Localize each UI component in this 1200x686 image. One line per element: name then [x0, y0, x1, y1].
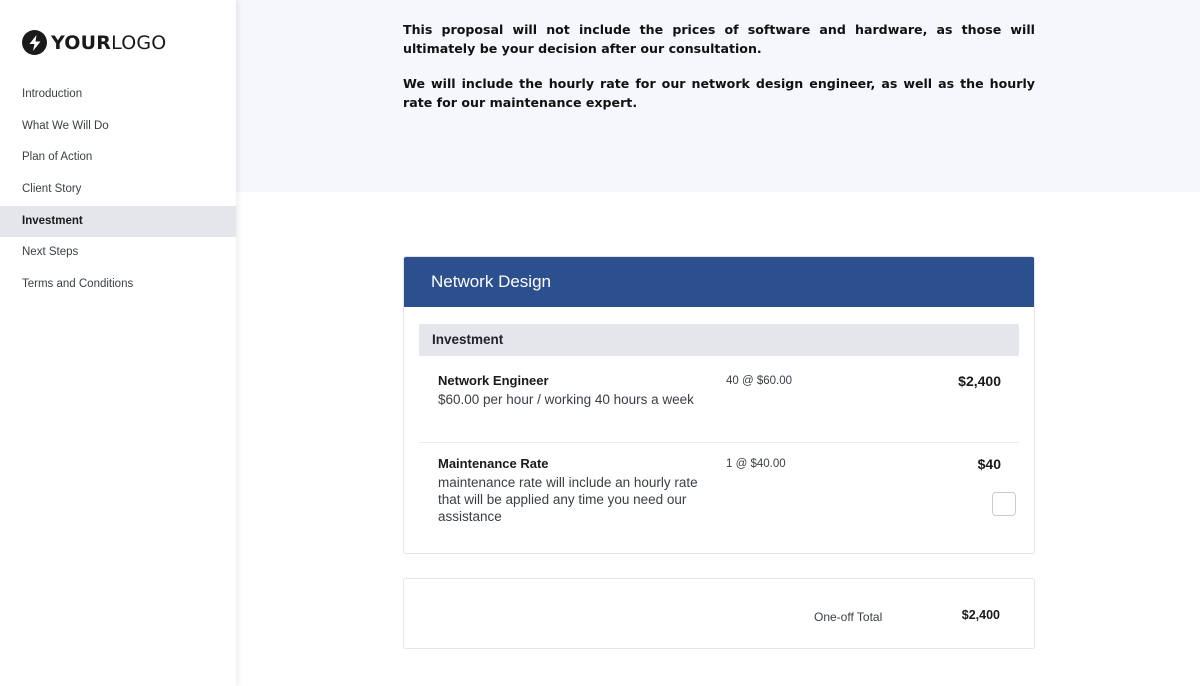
line-item-title: Maintenance Rate	[438, 456, 549, 471]
total-value: $2,400	[961, 608, 1000, 622]
intro-paragraph: We will include the hourly rate for our …	[403, 76, 1035, 110]
intro-paragraph: This proposal will not include the price…	[403, 22, 1035, 56]
logo[interactable]: YOURLOGO	[22, 30, 166, 55]
sidebar-item-investment[interactable]: Investment	[0, 205, 236, 238]
line-item-description: maintenance rate will include an hourly …	[438, 475, 698, 524]
line-item-quantity: 40 @ $60.00	[726, 375, 793, 387]
logo-text: YOURLOGO	[51, 31, 167, 54]
sidebar-item-introduction[interactable]: Introduction	[0, 79, 236, 111]
line-item-title: Network Engineer	[438, 373, 549, 388]
sidebar-item-next-steps[interactable]: Next Steps	[0, 237, 236, 269]
line-item-price: $40	[977, 456, 1001, 472]
sidebar-item-what-we-will-do[interactable]: What We Will Do	[0, 111, 236, 143]
sidebar-item-plan-of-action[interactable]: Plan of Action	[0, 142, 236, 174]
line-item-price: $2,400	[958, 373, 1001, 389]
pricing-card: Network Design Investment Network Engine…	[403, 256, 1035, 554]
line-item-description: $60.00 per hour / working 40 hours a wee…	[438, 392, 694, 407]
sidebar-item-client-story[interactable]: Client Story	[0, 174, 236, 206]
line-item-quantity: 1 @ $40.00	[726, 458, 786, 470]
line-item: Network Engineer $60.00 per hour / worki…	[419, 373, 1019, 443]
lightning-bolt-icon	[22, 30, 47, 55]
optional-item-checkbox[interactable]	[992, 492, 1016, 516]
line-item: Maintenance Rate maintenance rate will i…	[419, 456, 1019, 546]
sidebar: YOURLOGO Introduction What We Will Do Pl…	[0, 0, 236, 686]
intro-text: This proposal will not include the price…	[403, 20, 1035, 112]
sidebar-item-terms-and-conditions[interactable]: Terms and Conditions	[0, 269, 236, 301]
card-header: Network Design	[404, 257, 1034, 307]
section-title: Investment	[419, 324, 1019, 356]
sidebar-nav: Introduction What We Will Do Plan of Act…	[0, 79, 236, 301]
total-summary: One-off Total $2,400	[403, 578, 1035, 649]
total-label: One-off Total	[814, 610, 883, 624]
